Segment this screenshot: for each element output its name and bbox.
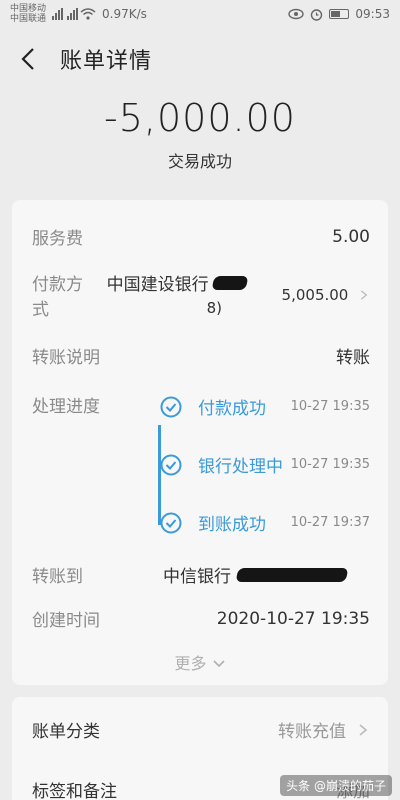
transfer-to-detail: 中信银行 [163,562,349,587]
progress-step: 到账成功 10-27 19:37 [160,510,370,535]
signal-icon [52,8,64,20]
chevron-down-icon [212,660,225,668]
transfer-note-row: 转账说明 转账 [32,343,370,368]
chevron-right-icon [361,290,368,300]
check-circle-icon [160,396,182,417]
payment-method-detail: 中国建设银行 8) [107,270,282,317]
progress-step: 付款成功 10-27 19:35 [160,394,370,419]
progress-timeline [158,425,161,525]
payment-card-suffix: 8) [206,299,223,317]
step-time: 10-27 19:35 [290,399,370,414]
payment-method-row[interactable]: 付款方式 中国建设银行 8) 5,005.00 [32,270,370,320]
bill-category-label: 账单分类 [32,722,100,742]
network-speed: 0.97K/s [102,7,147,21]
progress-step: 银行处理中 10-27 19:35 [160,452,370,477]
transfer-to-row: 转账到 中信银行 [32,562,370,587]
step-time: 10-27 19:35 [290,457,370,472]
chevron-right-icon [359,723,368,736]
battery-fill [331,11,341,17]
tags-notes-label: 标签和备注 [32,782,117,800]
page-title: 账单详情 [60,49,153,74]
created-time-row: 创建时间 2020-10-27 19:35 [32,606,370,632]
carrier-1: 中国移动 [10,4,47,14]
step-label: 付款成功 [198,399,266,419]
watermark: 头条 @崩溃的茄子 [280,775,392,796]
step-label: 到账成功 [198,515,266,535]
header: 账单详情 [0,28,400,90]
transfer-to-bank: 中信银行 [163,567,231,587]
eye-icon [288,8,305,20]
service-fee-label: 服务费 [32,229,83,249]
transaction-status: 交易成功 [167,152,232,171]
progress-label: 处理进度 [32,397,100,417]
check-circle-icon [160,512,182,533]
created-time-value: 2020-10-27 19:35 [216,608,370,629]
clock: 09:53 [355,7,390,21]
carrier-names: 中国移动 中国联通 [10,4,46,24]
step-label: 银行处理中 [198,457,283,477]
step-time: 10-27 19:37 [290,515,370,530]
payment-bank-name: 中国建设银行 [106,275,209,295]
transaction-amount: -5,000.00 [104,96,296,140]
transfer-note-label: 转账说明 [32,348,100,368]
battery-icon [329,9,350,19]
alarm-icon [311,8,323,21]
details-card: 服务费 5.00 付款方式 中国建设银行 8) 5,005.00 转账说明 转账… [12,200,388,685]
check-circle-icon [160,454,182,475]
payment-amount: 5,005.00 [281,286,349,304]
more-label: 更多 [174,654,207,673]
bill-category-row[interactable]: 账单分类 转账充值 [32,717,370,742]
service-fee-value: 5.00 [332,226,370,247]
redaction-mark [235,567,349,582]
bill-category-value: 转账充值 [278,722,346,742]
transfer-note-value: 转账 [336,348,370,368]
transfer-to-label: 转账到 [32,567,83,587]
payment-method-label: 付款方式 [32,275,83,320]
signal-icon-2 [67,8,79,20]
redaction-mark [211,275,249,290]
wifi-icon [80,8,96,20]
created-time-label: 创建时间 [32,611,100,631]
more-button[interactable]: 更多 [12,650,388,674]
service-fee-row: 服务费 5.00 [32,224,370,250]
back-icon[interactable] [8,39,48,79]
status-bar: 中国移动 中国联通 0.97K/s 09:53 [0,0,400,28]
carrier-2: 中国联通 [10,14,47,24]
